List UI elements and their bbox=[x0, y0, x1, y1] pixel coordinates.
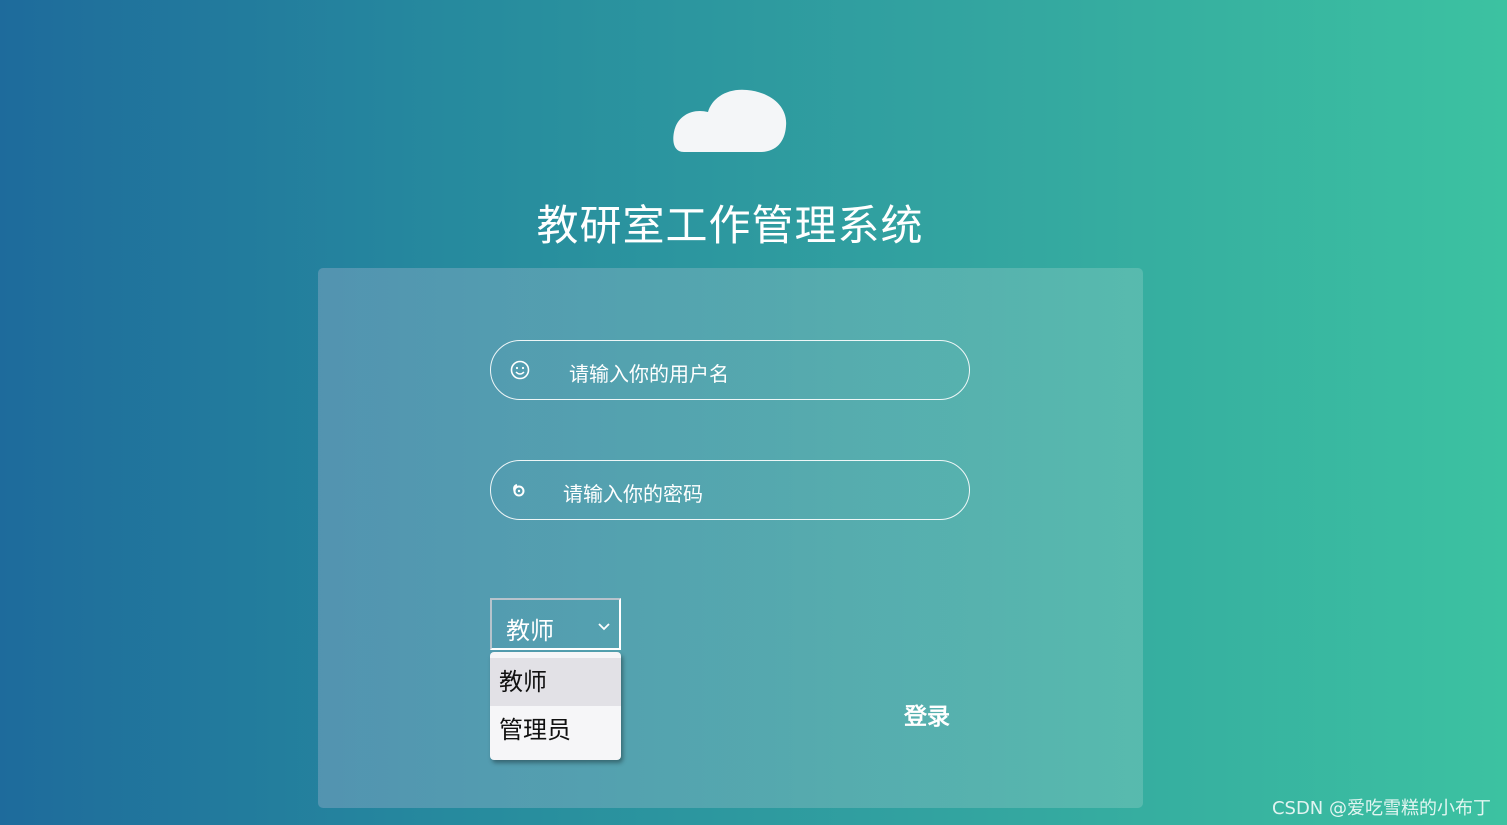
key-icon bbox=[491, 461, 545, 519]
login-button[interactable]: 登录 bbox=[888, 700, 966, 734]
role-dropdown-list: 教师 管理员 bbox=[490, 652, 621, 760]
password-input[interactable]: 请输入你的密码 bbox=[563, 478, 703, 507]
smiley-icon bbox=[491, 341, 549, 399]
role-option-admin[interactable]: 管理员 bbox=[490, 706, 621, 754]
username-input[interactable]: 请输入你的用户名 bbox=[569, 358, 729, 387]
username-field[interactable]: 请输入你的用户名 bbox=[490, 340, 970, 400]
role-option-teacher[interactable]: 教师 bbox=[490, 658, 621, 706]
chevron-down-icon bbox=[597, 618, 611, 632]
role-select[interactable]: 教师 bbox=[490, 598, 621, 650]
role-select-value: 教师 bbox=[506, 617, 554, 645]
page-title: 教研室工作管理系统 bbox=[536, 201, 924, 250]
password-field[interactable]: 请输入你的密码 bbox=[490, 460, 970, 520]
cloud-icon bbox=[672, 86, 788, 156]
watermark-text: CSDN @爱吃雪糕的小布丁 bbox=[1271, 798, 1491, 819]
